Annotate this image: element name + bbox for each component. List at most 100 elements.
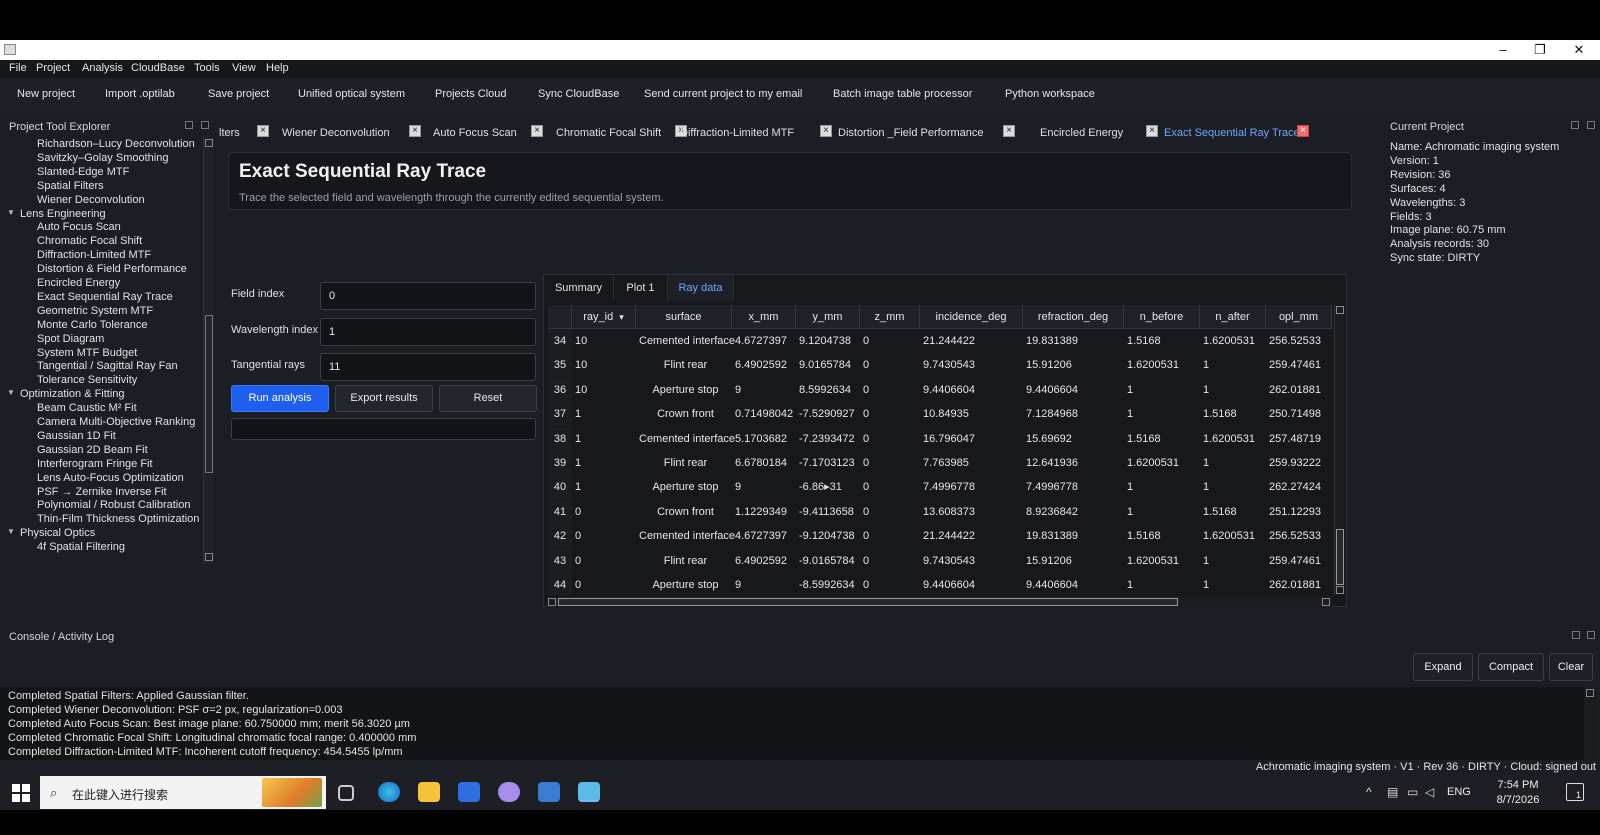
run-analysis-button[interactable]: Run analysis xyxy=(231,385,329,412)
clock-date[interactable]: 8/7/2026 xyxy=(1490,794,1546,806)
tangential-rays-input[interactable]: 11 xyxy=(320,353,536,381)
menu-tools[interactable]: Tools xyxy=(194,62,220,74)
row-number[interactable]: 41 xyxy=(548,499,572,524)
tab-ray-data[interactable]: Ray data xyxy=(668,275,734,301)
table-cell[interactable]: 250.71498 xyxy=(1266,402,1332,426)
table-cell[interactable]: 19.831389 xyxy=(1023,329,1124,353)
tree-item[interactable]: Spatial Filters xyxy=(37,179,104,193)
tab-close-icon[interactable]: × xyxy=(1297,125,1309,137)
table-cell[interactable]: 9 xyxy=(732,378,796,402)
wavelength-index-input[interactable]: 1 xyxy=(320,318,536,346)
store-icon[interactable] xyxy=(538,782,560,802)
tree-category[interactable]: Lens Engineering xyxy=(20,207,106,221)
import-optilab-button[interactable]: Import .optilab xyxy=(105,88,175,100)
tree-item[interactable]: Interferogram Fringe Fit xyxy=(37,457,153,471)
column-header-refraction-deg[interactable]: refraction_deg xyxy=(1023,305,1124,329)
outlook-icon[interactable] xyxy=(458,782,480,802)
table-cell[interactable]: 6.4902592 xyxy=(732,353,796,377)
column-header-incidence-deg[interactable]: incidence_deg xyxy=(920,305,1023,329)
tree-item[interactable]: Gaussian 2D Beam Fit xyxy=(37,443,148,457)
display-icon[interactable]: ▭ xyxy=(1407,785,1418,799)
table-cell[interactable]: 1 xyxy=(572,451,636,475)
table-cell[interactable]: 9.0165784 xyxy=(796,353,860,377)
table-cell[interactable]: 4.6727397 xyxy=(732,329,796,353)
close-window-button[interactable]: ✕ xyxy=(1560,40,1598,60)
tab-close-icon[interactable]: × xyxy=(257,125,269,137)
menu-file[interactable]: File xyxy=(9,62,27,74)
network-icon[interactable]: ▤ xyxy=(1387,785,1398,799)
table-cell[interactable]: 21.244422 xyxy=(920,329,1023,353)
maximize-button[interactable]: ❐ xyxy=(1521,40,1559,60)
tab-close-icon[interactable]: × xyxy=(531,125,543,137)
table-cell[interactable]: 262.01881 xyxy=(1266,378,1332,402)
table-cell[interactable]: 10 xyxy=(572,353,636,377)
table-cell[interactable]: 8.9236842 xyxy=(1023,500,1124,524)
table-cell[interactable]: 15.69692 xyxy=(1023,427,1124,451)
table-cell[interactable]: 251.12293 xyxy=(1266,500,1332,524)
table-cell[interactable]: Cemented interface xyxy=(636,524,735,548)
row-number[interactable]: 36 xyxy=(548,377,572,402)
table-cell[interactable]: 0 xyxy=(860,524,920,548)
table-cell[interactable]: 257.48719 xyxy=(1266,427,1332,451)
file-explorer-icon[interactable] xyxy=(418,782,440,802)
ray-data-table[interactable]: ray_id ▾ surface x_mm y_mm z_mm incidence_deg r… xyxy=(548,305,1332,595)
column-header-n-before[interactable]: n_before xyxy=(1124,305,1200,329)
tree-item[interactable]: Savitzky–Golay Smoothing xyxy=(37,151,168,165)
tree-item[interactable]: Camera Multi-Objective Ranking xyxy=(37,415,195,429)
menu-view[interactable]: View xyxy=(232,62,256,74)
scroll-right-arrow-icon[interactable] xyxy=(1322,598,1330,606)
save-project-button[interactable]: Save project xyxy=(208,88,269,100)
tab-plot-1[interactable]: Plot 1 xyxy=(614,275,668,301)
table-cell[interactable]: 0 xyxy=(860,451,920,475)
row-number[interactable]: 42 xyxy=(548,524,572,549)
table-cell[interactable]: 1.6200531 xyxy=(1200,524,1266,548)
table-cell[interactable]: 1 xyxy=(1124,378,1200,402)
table-cell[interactable]: 5.1703682 xyxy=(732,427,796,451)
scroll-left-arrow-icon[interactable] xyxy=(548,598,556,606)
table-cell[interactable]: Flint rear xyxy=(636,451,732,475)
table-cell[interactable]: 1 xyxy=(1200,451,1266,475)
table-cell[interactable]: 10.84935 xyxy=(920,402,1023,426)
table-cell[interactable]: 0 xyxy=(860,549,920,573)
explorer-float-button[interactable] xyxy=(185,121,193,129)
table-cell[interactable]: 1 xyxy=(1200,573,1266,595)
table-cell[interactable]: 1 xyxy=(572,475,636,499)
expand-caret-icon[interactable]: ▼ xyxy=(7,388,15,397)
table-cell[interactable]: Cemented interface xyxy=(636,427,735,451)
table-cell[interactable]: 9.1204738 xyxy=(796,329,860,353)
table-cell[interactable]: 9.4406604 xyxy=(920,573,1023,595)
table-cell[interactable]: 9 xyxy=(732,475,796,499)
table-cell[interactable]: 8.5992634 xyxy=(796,378,860,402)
table-cell[interactable]: 0 xyxy=(860,427,920,451)
explorer-scroll-thumb[interactable] xyxy=(205,315,213,473)
table-cell[interactable]: 1 xyxy=(572,427,636,451)
table-cell[interactable]: 6.6780184 xyxy=(732,451,796,475)
explorer-scrollbar[interactable] xyxy=(203,137,214,564)
tree-item[interactable]: System MTF Budget xyxy=(37,346,137,360)
table-cell[interactable]: 1 xyxy=(1200,353,1266,377)
table-cell[interactable]: 0 xyxy=(572,500,636,524)
tab-close-icon[interactable]: × xyxy=(820,125,832,137)
tree-item[interactable]: Monte Carlo Tolerance xyxy=(37,318,147,332)
table-cell[interactable]: Cemented interface xyxy=(636,329,735,353)
table-cell[interactable]: 21.244422 xyxy=(920,524,1023,548)
tree-category[interactable]: Physical Optics xyxy=(20,526,95,540)
table-cell[interactable]: -7.5290927 xyxy=(796,402,860,426)
sort-arrow-icon[interactable]: ▾ xyxy=(619,312,624,322)
sync-cloudbase-button[interactable]: Sync CloudBase xyxy=(538,88,619,100)
table-cell[interactable]: 256.52533 xyxy=(1266,524,1332,548)
tree-item[interactable]: Wiener Deconvolution xyxy=(37,193,145,207)
table-cell[interactable]: 9.4406604 xyxy=(920,378,1023,402)
new-project-button[interactable]: New project xyxy=(17,88,75,100)
tree-item[interactable]: Polynomial / Robust Calibration xyxy=(37,498,190,512)
table-cell[interactable]: -6.86▸31 xyxy=(796,475,860,499)
table-cell[interactable]: 7.4996778 xyxy=(1023,475,1124,499)
table-cell[interactable]: 15.91206 xyxy=(1023,353,1124,377)
table-cell[interactable]: 19.831389 xyxy=(1023,524,1124,548)
language-indicator[interactable]: ENG xyxy=(1447,786,1471,798)
app-cat-icon[interactable] xyxy=(498,782,520,802)
scroll-up-arrow-icon[interactable] xyxy=(1586,689,1594,697)
clear-button[interactable]: Clear xyxy=(1549,653,1593,681)
menu-cloudbase[interactable]: CloudBase xyxy=(131,62,185,74)
tree-item[interactable]: 4f Spatial Filtering xyxy=(37,540,125,554)
